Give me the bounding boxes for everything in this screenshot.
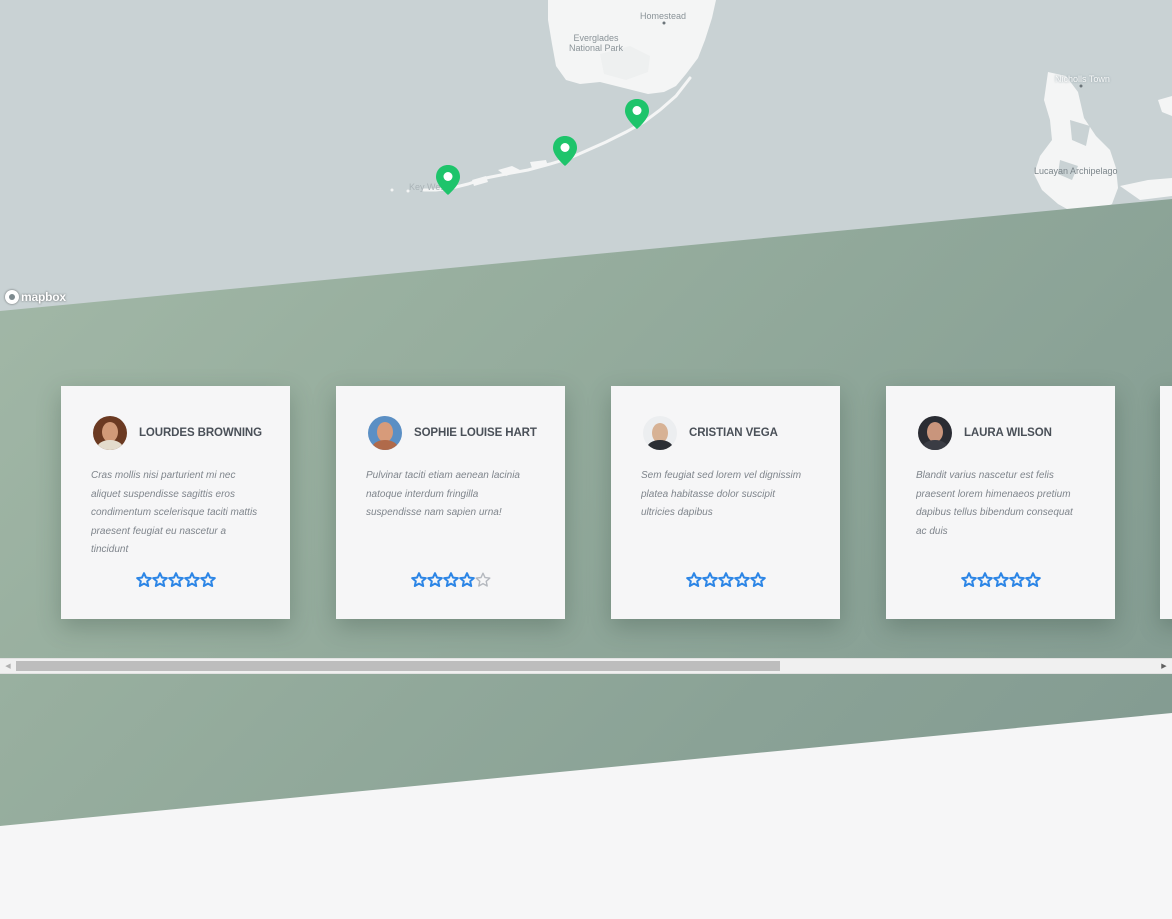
map-pin-key-west[interactable] bbox=[435, 164, 461, 196]
map-label-lucayan-archipelago: Lucayan Archipelago bbox=[1034, 166, 1118, 176]
star-filled-icon bbox=[717, 572, 734, 587]
map-pin-icon bbox=[436, 165, 460, 195]
star-filled-icon bbox=[458, 572, 475, 587]
testimonial-card: SOPHIE LOUISE HART Pulvinar taciti etiam… bbox=[336, 386, 565, 619]
testimonial-card: CRISTIAN VEGA Sem feugiat sed lorem vel … bbox=[611, 386, 840, 619]
testimonial-name: CRISTIAN VEGA bbox=[689, 427, 778, 439]
star-filled-icon bbox=[685, 572, 702, 587]
star-rating bbox=[61, 572, 290, 587]
star-filled-icon bbox=[1008, 572, 1025, 587]
mapbox-logo[interactable]: mapbox bbox=[5, 288, 66, 306]
map-pin-icon bbox=[553, 136, 577, 166]
star-filled-icon bbox=[442, 572, 459, 587]
star-filled-icon bbox=[199, 572, 216, 587]
star-filled-icon bbox=[135, 572, 152, 587]
testimonial-quote: Pulvinar taciti etiam aenean lacinia nat… bbox=[366, 470, 520, 518]
star-filled-icon bbox=[992, 572, 1009, 587]
star-rating bbox=[336, 572, 565, 587]
avatar bbox=[918, 416, 952, 450]
testimonial-name: LAURA WILSON bbox=[964, 427, 1052, 439]
carousel-scrollbar[interactable]: ◀ ▶ bbox=[0, 658, 1172, 674]
testimonial-quote: Sem feugiat sed lorem vel dignissim plat… bbox=[641, 470, 802, 518]
star-filled-icon bbox=[410, 572, 427, 587]
testimonial-name: SOPHIE LOUISE HART bbox=[414, 427, 537, 439]
star-filled-icon bbox=[151, 572, 168, 587]
scrollbar-thumb[interactable] bbox=[16, 661, 780, 671]
map-pin-islamorada[interactable] bbox=[624, 98, 650, 130]
testimonial-quote: Cras mollis nisi parturient mi nec aliqu… bbox=[91, 470, 258, 555]
avatar bbox=[643, 416, 677, 450]
scroll-right-arrow-icon[interactable]: ▶ bbox=[1156, 659, 1172, 673]
testimonial-quote: Blandit varius nascetur est felis praese… bbox=[916, 470, 1073, 537]
scroll-left-arrow-icon[interactable]: ◀ bbox=[0, 659, 16, 673]
star-rating bbox=[611, 572, 840, 587]
testimonial-card-next bbox=[1160, 386, 1172, 619]
star-filled-icon bbox=[701, 572, 718, 587]
map-label-homestead: Homestead bbox=[640, 11, 687, 21]
avatar bbox=[93, 416, 127, 450]
testimonial-card: LAURA WILSON Blandit varius nascetur est… bbox=[886, 386, 1115, 619]
map-label-everglades: Everglades National Park bbox=[569, 33, 624, 53]
testimonial-card: LOURDES BROWNING Cras mollis nisi partur… bbox=[61, 386, 290, 619]
avatar bbox=[368, 416, 402, 450]
mapbox-logo-text: mapbox bbox=[21, 290, 66, 304]
star-filled-icon bbox=[1024, 572, 1041, 587]
mapbox-logo-icon bbox=[5, 290, 19, 304]
star-filled-icon bbox=[960, 572, 977, 587]
map-pin-icon bbox=[625, 99, 649, 129]
star-filled-icon bbox=[426, 572, 443, 587]
star-filled-icon bbox=[733, 572, 750, 587]
map-pin-marathon[interactable] bbox=[552, 135, 578, 167]
star-rating bbox=[886, 572, 1115, 587]
star-filled-icon bbox=[976, 572, 993, 587]
star-filled-icon bbox=[183, 572, 200, 587]
star-filled-icon bbox=[167, 572, 184, 587]
testimonial-name: LOURDES BROWNING bbox=[139, 427, 262, 439]
star-filled-icon bbox=[749, 572, 766, 587]
star-empty-icon bbox=[475, 572, 490, 587]
testimonials-carousel[interactable]: LOURDES BROWNING Cras mollis nisi partur… bbox=[0, 340, 1172, 658]
map-label-nicholls-town: Nicholls Town bbox=[1055, 74, 1110, 84]
